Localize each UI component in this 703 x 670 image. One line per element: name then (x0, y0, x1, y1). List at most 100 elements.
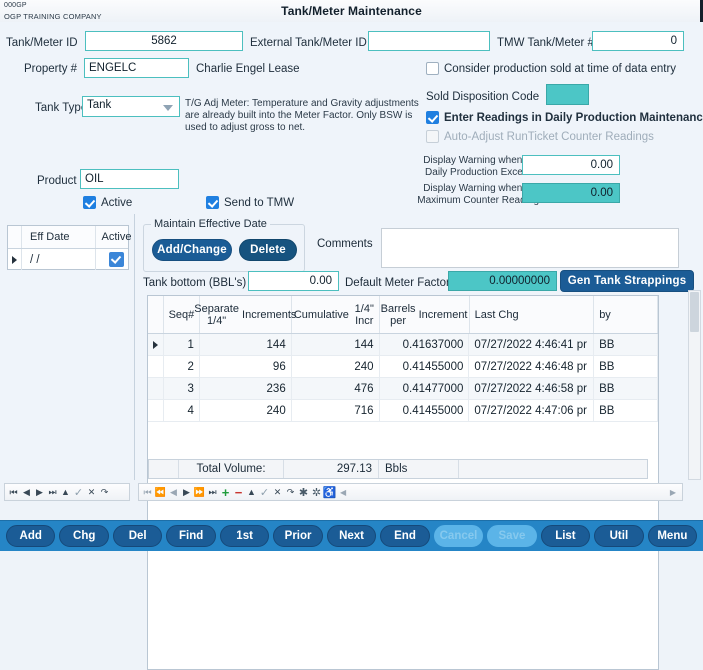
external-tank-meter-id-input[interactable] (368, 31, 490, 51)
delete-record-icon[interactable]: − (232, 485, 245, 500)
cell-cumulative[interactable]: 476 (292, 378, 380, 399)
cell-separate[interactable]: 144 (200, 334, 292, 355)
cell-seq[interactable]: 4 (164, 400, 200, 421)
cell-by[interactable]: BB (594, 378, 658, 399)
refresh-icon[interactable]: ↷ (284, 485, 297, 500)
cancel-edit-icon[interactable]: ✕ (85, 485, 98, 500)
warn-daily-production-input[interactable] (522, 155, 620, 175)
effective-date-grid[interactable]: Eff Date Active / / (7, 225, 138, 270)
effective-date-row[interactable]: / / (8, 249, 138, 270)
refresh-icon[interactable]: ↷ (98, 485, 111, 500)
cell-seq[interactable]: 3 (164, 378, 200, 399)
cancel-edit-icon[interactable]: ✕ (271, 485, 284, 500)
util-button[interactable]: Util (594, 525, 644, 547)
enter-readings-checkbox[interactable] (426, 111, 439, 124)
consider-production-checkbox[interactable] (426, 62, 439, 75)
cell-seq[interactable]: 2 (164, 356, 200, 377)
del-button[interactable]: Del (112, 525, 163, 547)
next-record-icon[interactable]: ▶ (180, 485, 193, 500)
strappings-nav-toolbar[interactable]: ⏮ ⏪ ◀ ▶ ⏩ ⏭ + − ▲ ✓ ✕ ↷ ✱ ✲ ♿ ◀ ▶ (138, 483, 683, 501)
first-button[interactable]: 1st (219, 525, 270, 547)
column-header-eff-date[interactable]: Eff Date (22, 226, 96, 248)
cell-last-chg[interactable]: 07/27/2022 4:46:48 pr (469, 356, 595, 377)
column-header-separate-increments[interactable]: Separate 1/4" Increments (194, 296, 296, 333)
cell-eff-date[interactable]: / / (22, 249, 96, 270)
active-checkbox[interactable] (83, 196, 96, 209)
next-button[interactable]: Next (326, 525, 377, 547)
cell-cumulative[interactable]: 716 (292, 400, 380, 421)
cell-cumulative[interactable]: 144 (292, 334, 380, 355)
hint-bulb-icon[interactable]: ♿ (323, 485, 337, 500)
row-active-checkbox[interactable] (109, 252, 124, 267)
comments-input[interactable] (381, 228, 679, 268)
gen-tank-strappings-button[interactable]: Gen Tank Strappings (560, 270, 694, 292)
last-record-icon[interactable]: ⏭ (46, 485, 59, 500)
list-button[interactable]: List (540, 525, 591, 547)
page-down-icon[interactable]: ⏩ (193, 485, 206, 500)
cell-barrels[interactable]: 0.41455000 (380, 400, 470, 421)
last-record-icon[interactable]: ⏭ (206, 485, 219, 500)
accept-edit-icon[interactable]: ✓ (258, 485, 271, 500)
cell-separate[interactable]: 240 (200, 400, 292, 421)
grid-horizontal-scrollbar[interactable]: ◀ ▶ (336, 488, 680, 497)
table-row[interactable]: 3 236 476 0.41477000 07/27/2022 4:46:58 … (148, 378, 658, 400)
column-header-cumulative-incr[interactable]: Cumulative 1/4" Incr (292, 296, 380, 333)
menu-button[interactable]: Menu (647, 525, 698, 547)
cell-barrels[interactable]: 0.41477000 (380, 378, 470, 399)
tank-bottom-input[interactable] (248, 271, 339, 291)
table-row[interactable]: 2 96 240 0.41455000 07/27/2022 4:46:48 p… (148, 356, 658, 378)
cell-active[interactable] (96, 249, 138, 270)
first-record-icon[interactable]: ⏮ (7, 485, 20, 500)
collapse-icon[interactable]: ▲ (59, 485, 72, 500)
cell-barrels[interactable]: 0.41637000 (380, 334, 470, 355)
cell-seq[interactable]: 1 (164, 334, 200, 355)
scroll-left-icon[interactable]: ◀ (340, 488, 346, 497)
scrollbar-thumb[interactable] (690, 292, 699, 332)
add-button[interactable]: Add (6, 525, 56, 547)
cell-last-chg[interactable]: 07/27/2022 4:46:58 pr (469, 378, 595, 399)
property-number-input[interactable] (84, 58, 189, 78)
add-record-icon[interactable]: + (219, 485, 232, 500)
tank-type-dropdown[interactable]: Tank (82, 96, 180, 117)
cell-separate[interactable]: 236 (200, 378, 292, 399)
accept-edit-icon[interactable]: ✓ (72, 485, 85, 500)
cell-by[interactable]: BB (594, 334, 658, 355)
cell-barrels[interactable]: 0.41455000 (380, 356, 470, 377)
warn-max-counter-input[interactable] (522, 183, 620, 203)
add-change-button[interactable]: Add/Change (152, 239, 232, 261)
tmw-tank-meter-number-input[interactable] (592, 31, 684, 51)
default-meter-factor-input[interactable] (448, 271, 557, 291)
table-row[interactable]: 1 144 144 0.41637000 07/27/2022 4:46:41 … (148, 334, 658, 356)
previous-record-icon[interactable]: ◀ (167, 485, 180, 500)
tank-meter-id-input[interactable] (85, 31, 243, 51)
column-header-barrels-per-increment[interactable]: Barrels per Increment (380, 296, 470, 333)
send-to-tmw-checkbox[interactable] (206, 196, 219, 209)
effective-date-nav-toolbar[interactable]: ⏮ ◀ ▶ ⏭ ▲ ✓ ✕ ↷ (4, 483, 130, 501)
product-input[interactable] (80, 169, 179, 189)
cell-cumulative[interactable]: 240 (292, 356, 380, 377)
scroll-right-icon[interactable]: ▶ (670, 488, 676, 497)
filter-icon[interactable]: ✱ (297, 485, 310, 500)
chg-button[interactable]: Chg (59, 525, 109, 547)
first-record-icon[interactable]: ⏮ (141, 485, 154, 500)
cell-by[interactable]: BB (594, 356, 658, 377)
clear-filter-icon[interactable]: ✲ (310, 485, 323, 500)
edit-record-icon[interactable]: ▲ (245, 485, 258, 500)
previous-record-icon[interactable]: ◀ (20, 485, 33, 500)
column-header-by[interactable]: by (594, 296, 658, 333)
delete-button[interactable]: Delete (239, 239, 297, 261)
next-record-icon[interactable]: ▶ (33, 485, 46, 500)
cell-by[interactable]: BB (594, 400, 658, 421)
page-up-icon[interactable]: ⏪ (154, 485, 167, 500)
column-header-active[interactable]: Active (96, 226, 138, 248)
column-header-last-chg[interactable]: Last Chg (470, 296, 595, 333)
cell-last-chg[interactable]: 07/27/2022 4:47:06 pr (469, 400, 595, 421)
sold-disposition-code-input[interactable] (546, 84, 589, 105)
cell-last-chg[interactable]: 07/27/2022 4:46:41 pr (469, 334, 595, 355)
find-button[interactable]: Find (166, 525, 216, 547)
end-button[interactable]: End (380, 525, 430, 547)
grid-vertical-scrollbar[interactable] (688, 290, 701, 480)
cell-separate[interactable]: 96 (200, 356, 292, 377)
auto-adjust-runticket-checkbox[interactable] (426, 130, 439, 143)
prior-button[interactable]: Prior (273, 525, 323, 547)
